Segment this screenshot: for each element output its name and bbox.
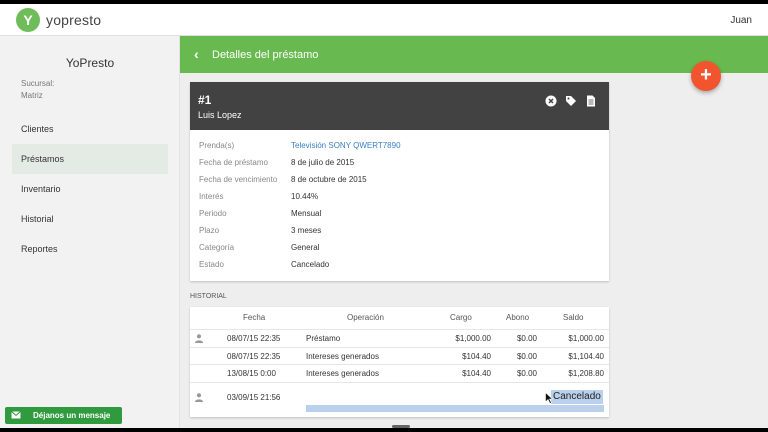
detail-label: Plazo xyxy=(199,226,220,235)
detail-value: 3 meses xyxy=(291,226,322,235)
cell-fecha: 03/09/15 21:56 xyxy=(227,393,281,402)
chat-widget-button[interactable]: Déjanos un mensaje xyxy=(5,407,122,424)
detail-label: Periodo xyxy=(199,209,227,218)
client-name: Luis Lopez xyxy=(198,110,242,120)
app-frame: Y yopresto Juan YoPresto Sucursal: Matri… xyxy=(0,4,768,428)
detail-value: 8 de octubre de 2015 xyxy=(291,175,367,184)
user-icon xyxy=(195,393,203,402)
cell-operacion: Intereses generados xyxy=(306,369,379,378)
detail-value: Mensual xyxy=(291,209,322,218)
cell-saldo: $1,208.80 xyxy=(568,369,604,378)
status-badge: Cancelado xyxy=(551,390,603,404)
sidebar: YoPresto Sucursal: Matriz Clientes Prést… xyxy=(0,36,180,428)
document-icon[interactable] xyxy=(585,95,597,107)
sidebar-item-inventario[interactable]: Inventario xyxy=(12,174,168,204)
column-header-cargo: Cargo xyxy=(450,313,472,322)
sidebar-item-clientes[interactable]: Clientes xyxy=(12,114,168,144)
cell-fecha: 08/07/15 22:35 xyxy=(227,352,281,361)
cell-abono: $0.00 xyxy=(516,369,537,378)
cell-saldo: $1,104.40 xyxy=(568,352,604,361)
detail-row-fecha-prestamo: Fecha de préstamo 8 de julio de 2015 xyxy=(190,158,609,175)
window-handle xyxy=(392,425,410,428)
detail-row-categoria: Categoría General xyxy=(190,243,609,260)
detail-label: Prenda(s) xyxy=(199,141,235,150)
chat-label: Déjanos un mensaje xyxy=(33,411,111,420)
loan-number: #1 xyxy=(198,93,212,107)
detail-label: Fecha de préstamo xyxy=(199,158,268,167)
cell-operacion: Préstamo xyxy=(306,334,341,343)
back-arrow-icon[interactable]: ‹ xyxy=(194,47,206,61)
cell-cargo: $104.40 xyxy=(462,352,491,361)
detail-value: 10.44% xyxy=(291,192,319,201)
branch-value: Matriz xyxy=(21,91,43,100)
table-row[interactable]: 13/08/15 0:00 Intereses generados $104.4… xyxy=(190,364,609,381)
text-selection-highlight xyxy=(306,405,604,412)
detail-label: Categoría xyxy=(199,243,235,252)
column-header-abono: Abono xyxy=(506,313,530,322)
detail-label: Estado xyxy=(199,260,224,269)
loan-card-header: #1 Luis Lopez xyxy=(190,82,609,130)
logo-icon[interactable]: Y xyxy=(16,8,40,32)
detail-value: General xyxy=(291,243,320,252)
top-bar: Y yopresto Juan xyxy=(0,4,768,36)
detail-label: Interés xyxy=(199,192,224,201)
detail-value: Cancelado xyxy=(291,260,330,269)
detail-row-plazo: Plazo 3 meses xyxy=(190,226,609,243)
branch-label: Sucursal: xyxy=(21,79,55,88)
detail-label: Fecha de vencimiento xyxy=(199,175,278,184)
history-section-label: HISTORIAL xyxy=(190,293,227,300)
section-header: ‹ Detalles del préstamo xyxy=(180,36,768,73)
loan-card: #1 Luis Lopez Prenda(s) Televisión SONY … xyxy=(190,82,609,281)
detail-row-interes: Interés 10.44% xyxy=(190,192,609,209)
cell-fecha: 13/08/15 0:00 xyxy=(227,369,276,378)
cell-saldo: $1,000.00 xyxy=(568,334,604,343)
cell-abono: $0.00 xyxy=(516,352,537,361)
cell-cargo: $1,000.00 xyxy=(455,334,491,343)
column-header-operacion: Operación xyxy=(347,313,384,322)
sidebar-item-historial[interactable]: Historial xyxy=(12,204,168,234)
detail-row-periodo: Periodo Mensual xyxy=(190,209,609,226)
mouse-cursor-icon xyxy=(545,392,553,404)
cell-cargo: $104.40 xyxy=(462,369,491,378)
close-circle-icon[interactable] xyxy=(545,95,557,107)
mail-icon xyxy=(11,411,21,419)
user-menu[interactable]: Juan xyxy=(730,15,752,26)
user-icon xyxy=(195,334,203,343)
cell-operacion: Intereses generados xyxy=(306,352,379,361)
sidebar-item-prestamos[interactable]: Préstamos xyxy=(12,144,168,174)
sidebar-title: YoPresto xyxy=(65,56,115,70)
history-table: Fecha Operación Cargo Abono Saldo 08/07/… xyxy=(190,307,609,417)
column-header-saldo: Saldo xyxy=(563,313,584,322)
table-row[interactable]: 08/07/15 22:35 Préstamo $1,000.00 $0.00 … xyxy=(190,329,609,346)
detail-value: 8 de julio de 2015 xyxy=(291,158,355,167)
tag-icon[interactable] xyxy=(565,95,577,107)
sidebar-item-reportes[interactable]: Reportes xyxy=(12,234,168,264)
logo-text[interactable]: yopresto xyxy=(46,12,101,28)
detail-row-prendas: Prenda(s) Televisión SONY QWERT7890 xyxy=(190,141,609,158)
cell-fecha: 08/07/15 22:35 xyxy=(227,334,281,343)
table-row[interactable]: 08/07/15 22:35 Intereses generados $104.… xyxy=(190,347,609,364)
add-button[interactable]: + xyxy=(691,61,721,91)
column-header-fecha: Fecha xyxy=(243,313,266,322)
detail-row-fecha-vencimiento: Fecha de vencimiento 8 de octubre de 201… xyxy=(190,175,609,192)
cell-abono: $0.00 xyxy=(516,334,537,343)
detail-row-estado: Estado Cancelado xyxy=(190,260,609,277)
item-link[interactable]: Televisión SONY QWERT7890 xyxy=(291,141,401,150)
page-title: Detalles del préstamo xyxy=(212,49,319,61)
